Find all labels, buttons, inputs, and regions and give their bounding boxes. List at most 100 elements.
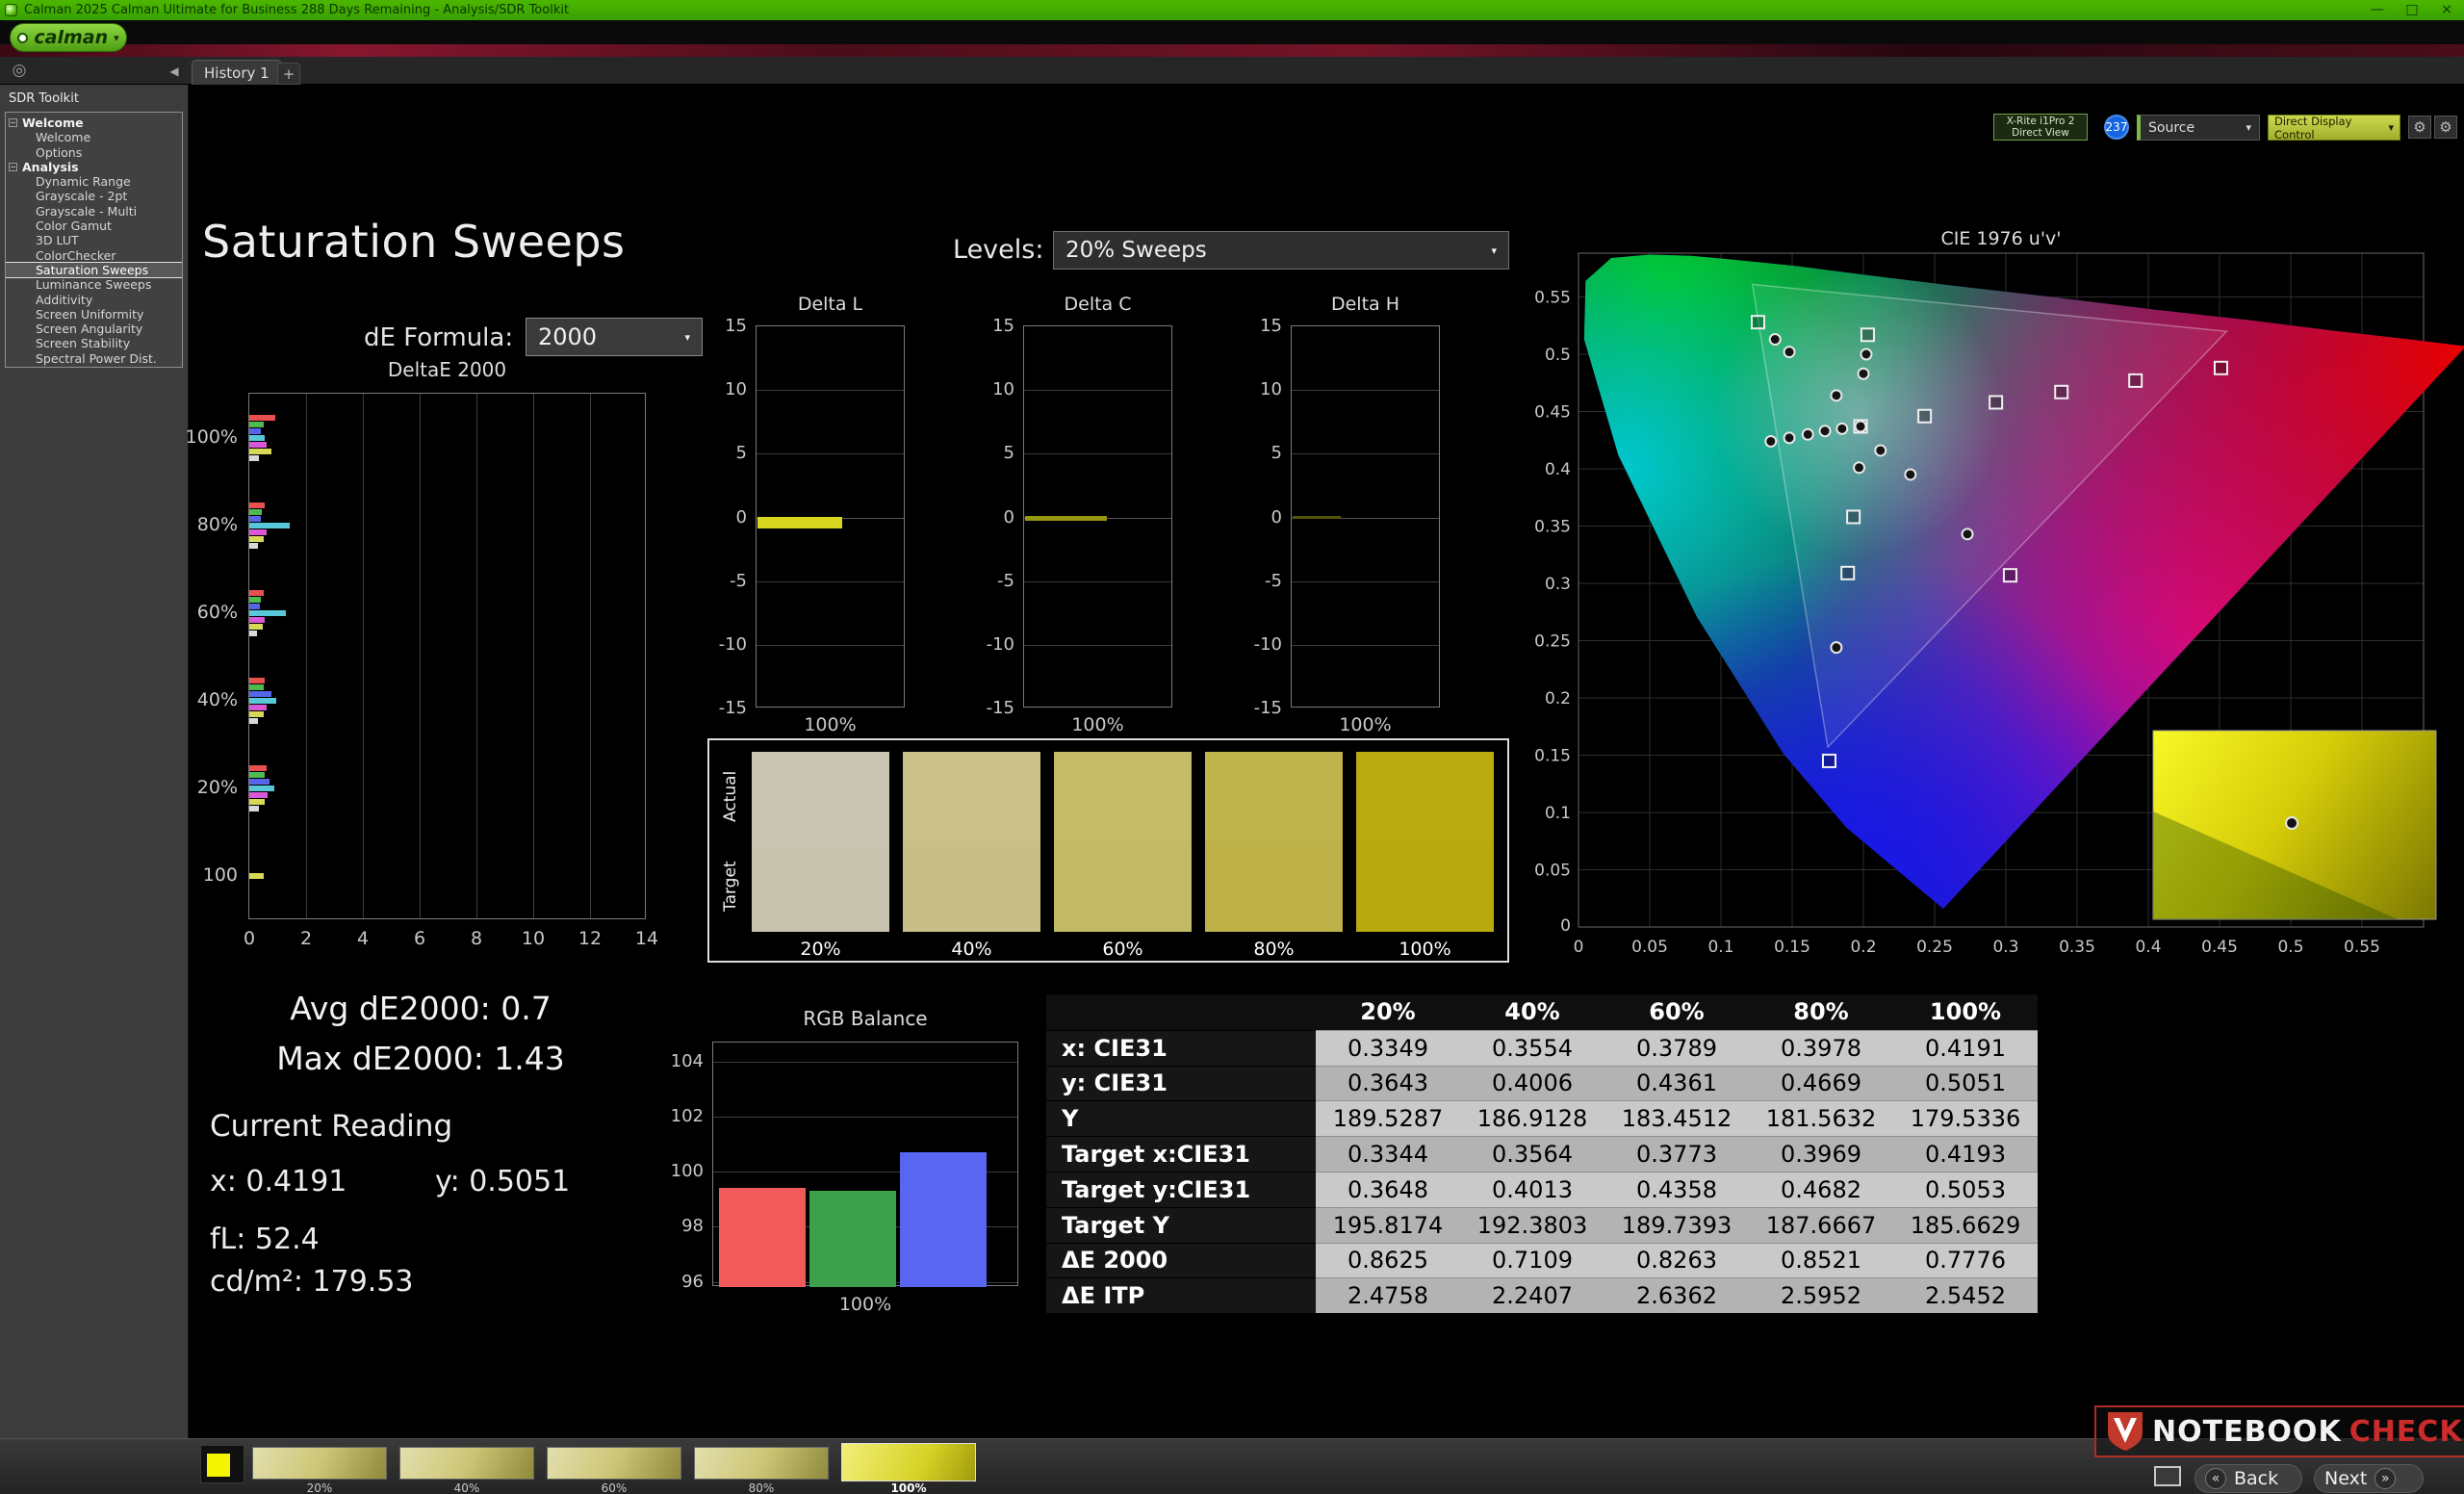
watermark-text-check: CHECK [2349, 1415, 2463, 1449]
thumbnail-20[interactable] [252, 1447, 387, 1480]
table-cell: 0.7776 [1893, 1243, 2038, 1278]
thumbnail-60[interactable] [547, 1447, 681, 1480]
next-button[interactable]: Next » [2314, 1464, 2424, 1493]
sidebar-item-additivity[interactable]: Additivity [6, 293, 182, 307]
sidebar-item-analysis[interactable]: −Analysis [6, 160, 182, 174]
sidebar-item-screen-angularity[interactable]: Screen Angularity [6, 322, 182, 336]
calman-menu-button[interactable]: calman ▾ [10, 23, 127, 52]
target-marker [1861, 328, 1874, 341]
measured-marker [1784, 432, 1795, 443]
deltae-bar [249, 597, 261, 603]
measured-marker [1784, 347, 1795, 357]
table-cell: 2.6362 [1604, 1277, 1749, 1313]
tree-collapse-icon[interactable]: − [9, 163, 17, 171]
sidebar-item-3d-lut[interactable]: 3D LUT [6, 233, 182, 247]
deltae-bar [249, 536, 264, 542]
current-x-value: x: 0.4191 [210, 1165, 346, 1198]
deltae-bar [249, 799, 265, 805]
svg-text:0.5: 0.5 [2277, 938, 2303, 957]
table-cell: 2.5452 [1893, 1277, 2038, 1313]
meter-button[interactable]: X-Rite i1Pro 2 Direct View [1993, 114, 2088, 141]
swatch-actual-60 [1054, 752, 1192, 842]
tab-history-1[interactable]: History 1 [192, 60, 282, 85]
swatch-label: 80% [1205, 939, 1343, 960]
cie-title: CIE 1976 u'v' [1940, 228, 2061, 249]
deltae-bar [249, 631, 257, 636]
pattern-window-thumbnail[interactable] [200, 1445, 244, 1483]
de-formula-dropdown[interactable]: 2000 ▾ [526, 318, 703, 356]
sidebar-item-spectral-power-dist[interactable]: Spectral Power Dist. [6, 351, 182, 366]
table-row-label: Target y:CIE31 [1046, 1172, 1316, 1207]
table-cell: 0.7109 [1460, 1243, 1604, 1278]
settings-gear-icon[interactable]: ⚙ [2408, 116, 2431, 139]
thumbnail-label: 20% [252, 1481, 387, 1494]
sidebar-item-options[interactable]: Options [6, 145, 182, 160]
rgb-bar-red [719, 1188, 806, 1287]
new-tab-button[interactable]: + [277, 63, 300, 85]
sidebar-item-saturation-sweeps[interactable]: Saturation Sweeps [6, 263, 182, 277]
sidebar-item-label: Grayscale - 2pt [36, 189, 127, 203]
rgb-balance-title: RGB Balance [712, 1007, 1018, 1030]
svg-text:0.45: 0.45 [1534, 403, 1571, 423]
de-formula-label: dE Formula: [364, 323, 513, 352]
target-marker [2004, 569, 2016, 581]
table-cell: 2.2407 [1460, 1277, 1604, 1313]
sidebar-item-grayscale-2pt[interactable]: Grayscale - 2pt [6, 189, 182, 203]
minimize-button[interactable]: — [2360, 0, 2395, 20]
workspace-menu-icon[interactable]: ◎ [10, 61, 29, 80]
deltae-bar [249, 718, 258, 724]
measured-marker [1861, 349, 1871, 360]
close-button[interactable]: × [2429, 0, 2464, 20]
table-cell: 0.8521 [1749, 1243, 1893, 1278]
thumbnail-80[interactable] [694, 1447, 829, 1480]
sidebar-item-label: Grayscale - Multi [36, 204, 137, 219]
deltae-bar [249, 509, 262, 515]
svg-text:0.35: 0.35 [1534, 518, 1571, 537]
source-dropdown[interactable]: Source ▾ [2137, 115, 2260, 141]
levels-dropdown[interactable]: 20% Sweeps ▾ [1053, 231, 1509, 270]
display-control-dropdown[interactable]: Direct Display Control ▾ [2268, 115, 2400, 141]
deltae-bar [249, 772, 265, 778]
maximize-button[interactable]: □ [2395, 0, 2429, 20]
tree-collapse-icon[interactable]: − [9, 118, 17, 127]
display-icon[interactable] [2154, 1466, 2181, 1486]
workflow-tree: −WelcomeWelcomeOptions−AnalysisDynamic R… [5, 112, 183, 368]
swatch-target-40 [903, 842, 1040, 932]
current-cdm2-value: cd/m²: 179.53 [210, 1265, 414, 1299]
sidebar-item-luminance-sweeps[interactable]: Luminance Sweeps [6, 277, 182, 292]
inset-marker [2286, 817, 2297, 829]
sidebar-item-welcome[interactable]: Welcome [6, 130, 182, 144]
sidebar-item-screen-stability[interactable]: Screen Stability [6, 336, 182, 350]
table-cell: 0.3564 [1460, 1136, 1604, 1172]
sidebar-item-label: Welcome [22, 116, 84, 130]
rgb-bar-green [809, 1191, 896, 1287]
table-corner-cell [1046, 994, 1316, 1030]
options-gear-icon[interactable]: ⚙ [2434, 116, 2457, 139]
table-cell: 0.4358 [1604, 1172, 1749, 1207]
sidebar-item-welcome[interactable]: −Welcome [6, 116, 182, 130]
calman-logo-icon [17, 33, 28, 43]
levels-label: Levels: [953, 235, 1043, 265]
table-column-header: 80% [1749, 994, 1893, 1030]
sidebar-item-grayscale-multi[interactable]: Grayscale - Multi [6, 204, 182, 219]
measured-marker [1831, 390, 1841, 400]
sidebar-item-color-gamut[interactable]: Color Gamut [6, 219, 182, 233]
sidebar-item-dynamic-range[interactable]: Dynamic Range [6, 174, 182, 189]
table-cell: 185.6629 [1893, 1207, 2038, 1243]
thumbnail-40[interactable] [399, 1447, 534, 1480]
table-cell: 0.4191 [1893, 1030, 2038, 1066]
sidebar-collapse-icon[interactable]: ◀ [166, 63, 183, 80]
deltae-bar [249, 684, 264, 690]
de-formula-value: 2000 [538, 323, 597, 350]
deltae-bar [249, 678, 265, 683]
thumbnail-100[interactable] [841, 1443, 976, 1481]
thumbnail-label: 40% [399, 1481, 534, 1494]
swatch-panel: ActualTarget20%40%60%80%100% [707, 738, 1509, 963]
table-cell: 0.3789 [1604, 1030, 1749, 1066]
window-title: Calman 2025 Calman Ultimate for Business… [24, 3, 569, 17]
sidebar-item-colorchecker[interactable]: ColorChecker [6, 248, 182, 263]
table-cell: 187.6667 [1749, 1207, 1893, 1243]
deltae-bar [249, 442, 267, 448]
back-button[interactable]: « Back [2194, 1464, 2302, 1493]
sidebar-item-screen-uniformity[interactable]: Screen Uniformity [6, 307, 182, 322]
